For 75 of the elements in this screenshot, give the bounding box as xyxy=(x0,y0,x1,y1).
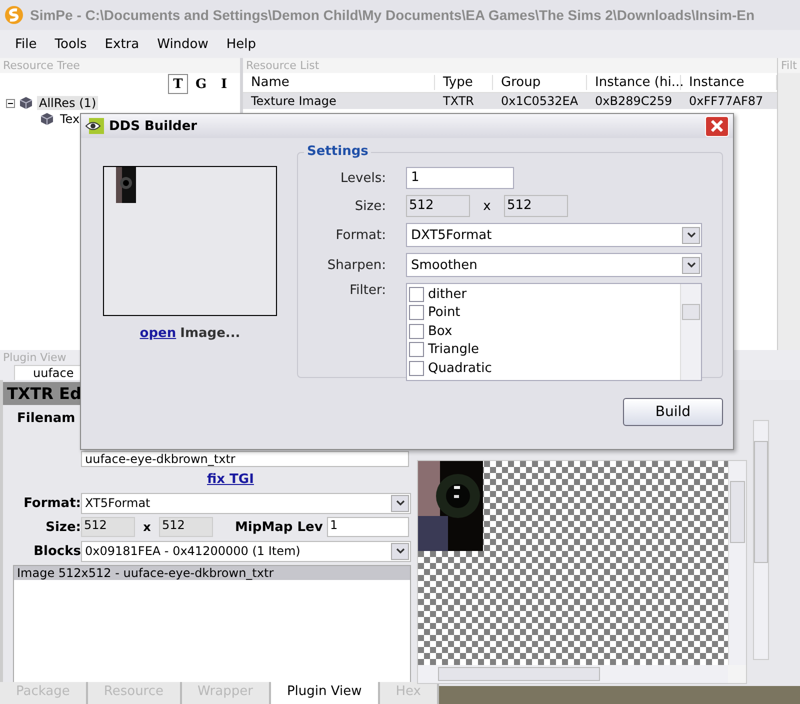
vertical-scrollbar[interactable] xyxy=(753,420,769,660)
format-dropdown[interactable]: DXT5Format xyxy=(406,223,702,247)
checkbox[interactable] xyxy=(409,342,424,358)
mipmap-field[interactable]: 1 xyxy=(327,517,409,537)
table-row[interactable]: Texture Image TXTR 0x1C0532EA 0xB289C259 0xFF77AF87 xyxy=(243,93,777,109)
field-label: Sharpen: xyxy=(326,258,387,272)
field-label: Levels: xyxy=(340,170,387,186)
dialog-title: DDS Builder xyxy=(109,118,198,134)
open-link[interactable]: open xyxy=(140,326,176,341)
blocks-dropdown[interactable]: 0x09181FEA - 0x41200000 (1 Item) xyxy=(81,540,411,562)
field-label: Format: xyxy=(334,228,387,242)
field-label: Filter: xyxy=(348,283,387,298)
field-label: Filenam xyxy=(16,411,76,426)
cube-icon xyxy=(19,96,33,110)
eye-logo-icon xyxy=(85,117,105,135)
levels-field[interactable]: 1 xyxy=(406,167,514,189)
checkbox-label: Box xyxy=(428,324,452,339)
column-header[interactable]: Name xyxy=(243,75,435,90)
times-sign: x xyxy=(482,198,492,214)
format-dropdown[interactable]: XT5Format xyxy=(81,492,411,514)
column-header[interactable]: Type xyxy=(435,75,493,90)
cube-icon xyxy=(40,112,54,126)
width-field: 512 xyxy=(81,517,135,537)
close-icon xyxy=(709,118,725,134)
height-field: 512 xyxy=(159,517,213,537)
menu-item[interactable]: Help xyxy=(217,36,266,52)
checkbox[interactable] xyxy=(409,305,424,320)
field-label: Format: xyxy=(22,496,81,510)
view-toggle-button[interactable]: G xyxy=(191,74,211,94)
checkbox[interactable] xyxy=(409,286,424,302)
list-item[interactable]: Image 512x512 - uuface-eye-dkbrown_txtr xyxy=(14,566,410,580)
build-button[interactable]: Build xyxy=(623,398,723,426)
column-header[interactable]: Instance xyxy=(681,75,777,90)
vertical-scrollbar[interactable] xyxy=(728,461,746,665)
menu-item[interactable]: Tools xyxy=(46,36,96,52)
width-field: 512 xyxy=(406,195,470,217)
checkbox-label: dither xyxy=(428,286,467,302)
times-sign: x xyxy=(142,520,152,534)
table-cell-text: 0xB289C259 xyxy=(594,94,674,108)
window-title: SimPe - C:\Documents and Settings\Demon Child\My Documents\EA Games\The Sims 2\Downloads\Insim-En xyxy=(30,7,754,23)
view-toggle-button[interactable]: I xyxy=(214,74,234,94)
field-label: Size: xyxy=(354,198,387,214)
menu-item[interactable]: Extra xyxy=(96,36,148,52)
filename-field[interactable]: uuface-eye-dkbrown_txtr xyxy=(81,451,409,467)
column-header[interactable]: Group xyxy=(493,75,587,90)
open-label: Image... xyxy=(180,326,240,341)
column-header[interactable]: Instance (hi... xyxy=(587,75,681,90)
table-cell-text: Texture Image xyxy=(250,94,338,108)
checkbox[interactable] xyxy=(409,324,424,339)
vertical-scrollbar[interactable] xyxy=(680,284,701,380)
tree-item[interactable]: AllRes (1) xyxy=(37,96,98,110)
table-cell-text: TXTR xyxy=(442,94,476,108)
height-field: 512 xyxy=(504,195,568,217)
field-label: Blocks xyxy=(32,544,81,558)
checkbox-label: Point xyxy=(428,305,460,320)
tree-item[interactable]: Tex xyxy=(58,112,82,126)
app-logo-icon xyxy=(4,5,24,25)
checkbox[interactable] xyxy=(409,360,424,376)
sharpen-dropdown[interactable]: Smoothen xyxy=(406,253,702,277)
panel-title: Resource Tree xyxy=(0,58,240,73)
collapse-icon[interactable] xyxy=(6,98,15,108)
menu-item[interactable]: File xyxy=(6,36,46,52)
field-label: MipMap Lev xyxy=(235,520,324,534)
table-cell-text: 0x1C0532EA xyxy=(500,94,580,108)
panel-title: Resource List xyxy=(243,58,777,73)
view-tab[interactable]: Plugin View xyxy=(270,682,380,704)
table-cell-text: 0xFF77AF87 xyxy=(688,94,764,108)
view-toggle-button[interactable]: T xyxy=(168,74,188,94)
panel-title: Filt xyxy=(778,58,800,73)
field-label: Size: xyxy=(44,520,81,534)
menu-item[interactable]: Window xyxy=(148,36,218,52)
fix-tgi-link[interactable]: fix TGI xyxy=(207,472,254,486)
horizontal-scrollbar[interactable] xyxy=(418,665,728,683)
group-title: Settings xyxy=(304,144,372,159)
close-button[interactable] xyxy=(705,116,729,136)
